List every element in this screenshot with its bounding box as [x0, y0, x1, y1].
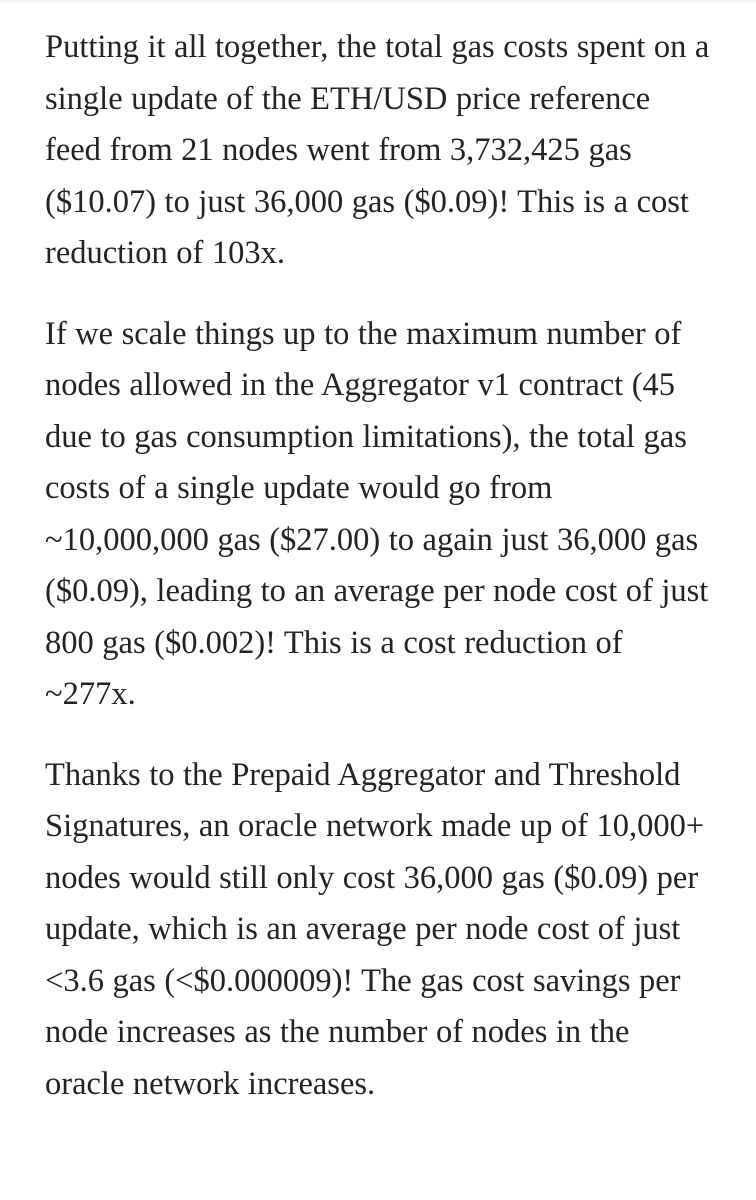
paragraph-3: Thanks to the Prepaid Aggregator and Thr… — [45, 756, 705, 1102]
paragraph-1: Putting it all together, the total gas c… — [45, 29, 710, 271]
paragraph-2: If we scale things up to the maximum num… — [45, 315, 709, 713]
article-body: Putting it all together, the total gas c… — [0, 0, 756, 1200]
